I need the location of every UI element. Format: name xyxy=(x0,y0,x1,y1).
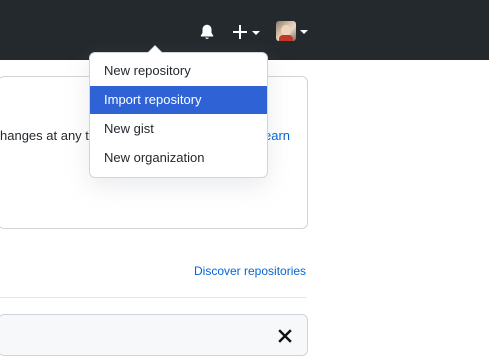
user-menu-button[interactable] xyxy=(274,19,310,45)
dropdown-caret-fill xyxy=(148,46,162,53)
plus-icon xyxy=(233,25,247,39)
notice-card xyxy=(0,314,308,356)
avatar xyxy=(276,21,296,41)
menu-item-new-gist[interactable]: New gist xyxy=(90,115,267,143)
bell-icon[interactable] xyxy=(198,23,216,41)
create-new-button[interactable] xyxy=(232,22,262,42)
close-icon[interactable] xyxy=(278,329,292,343)
discover-repositories-link[interactable]: Discover repositories xyxy=(194,264,306,278)
card-text: hanges at any t xyxy=(0,128,89,143)
divider xyxy=(0,297,306,298)
chevron-down-icon xyxy=(300,30,308,34)
create-new-menu: New repository Import repository New gis… xyxy=(89,52,268,178)
menu-item-new-organization[interactable]: New organization xyxy=(90,144,267,172)
menu-item-import-repository[interactable]: Import repository xyxy=(90,86,267,114)
chevron-down-icon xyxy=(252,31,260,35)
menu-item-new-repository[interactable]: New repository xyxy=(90,57,267,85)
global-header xyxy=(0,0,489,60)
